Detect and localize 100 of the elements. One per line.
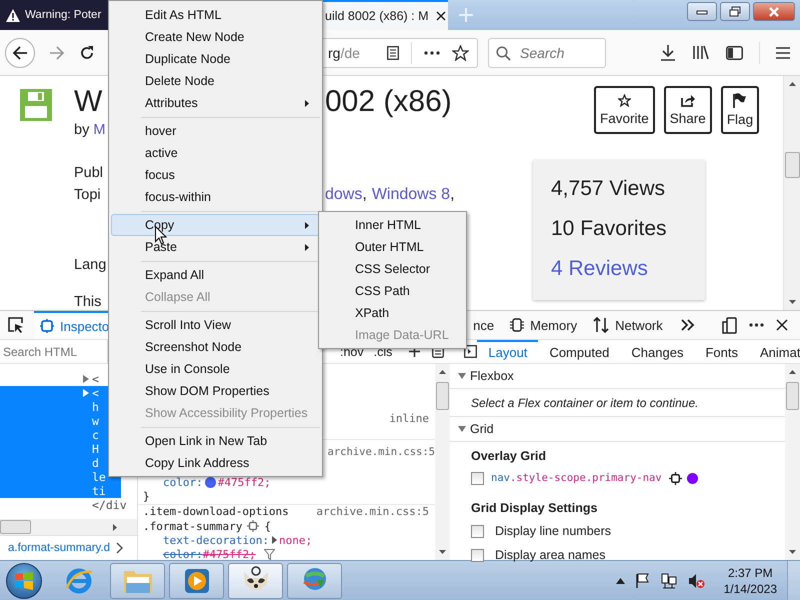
page-scrollbar[interactable] xyxy=(783,76,800,310)
markup-text[interactable]: h xyxy=(92,400,99,414)
filter-icon[interactable] xyxy=(264,548,275,560)
devtools-tab[interactable]: Network xyxy=(585,311,671,339)
markup-text[interactable]: ti xyxy=(92,484,106,498)
menu-item[interactable]: Inner HTML xyxy=(321,214,464,236)
section-header[interactable]: Flexbox xyxy=(450,364,785,389)
sidebar-tab[interactable]: Fonts xyxy=(694,340,749,363)
menu-icon[interactable] xyxy=(776,46,790,58)
menu-item[interactable]: Copy Link Address xyxy=(111,452,320,474)
minimize-button[interactable] xyxy=(687,2,717,21)
close-tab-icon[interactable] xyxy=(436,11,446,21)
menu-item[interactable]: Attributes xyxy=(111,92,320,114)
section-header[interactable]: Grid xyxy=(450,417,785,442)
breadcrumb-item[interactable]: a.format-summary.d xyxy=(8,542,110,554)
rules-scrollbar[interactable] xyxy=(435,364,450,560)
search-field[interactable]: Search xyxy=(488,38,606,68)
crosshair-icon[interactable] xyxy=(668,472,682,484)
flag-button[interactable]: Flag xyxy=(720,86,760,134)
sidebar-icon[interactable] xyxy=(726,46,743,60)
network-icon[interactable] xyxy=(660,572,677,588)
menu-item[interactable]: CSS Selector xyxy=(321,258,464,280)
markup-text[interactable]: le xyxy=(92,470,106,484)
menu-item[interactable]: Use in Console xyxy=(111,358,320,380)
browser-tab[interactable]: Warning: Poter xyxy=(0,0,108,30)
menu-item[interactable]: Edit As HTML xyxy=(111,4,320,26)
menu-item[interactable]: Delete Node xyxy=(111,70,320,92)
share-button[interactable]: Share xyxy=(664,86,712,134)
scroll-thumb[interactable] xyxy=(436,382,449,410)
forward-icon[interactable] xyxy=(49,46,65,60)
more-actions-icon[interactable] xyxy=(424,50,440,54)
grid-element-name[interactable]: nav.style-scope.primary-nav xyxy=(491,472,662,484)
double-chevron-icon[interactable] xyxy=(680,319,695,331)
markup-text[interactable]: < xyxy=(92,372,99,386)
chevron-right-icon[interactable] xyxy=(116,542,124,554)
layout-scrollbar[interactable] xyxy=(785,364,800,560)
bookmark-star-icon[interactable] xyxy=(452,44,469,60)
close-window-button[interactable] xyxy=(753,2,795,21)
library-icon[interactable] xyxy=(692,45,710,60)
scroll-thumb[interactable] xyxy=(784,152,800,178)
scroll-thumb[interactable] xyxy=(786,382,799,410)
more-options-icon[interactable] xyxy=(749,323,764,327)
devtools-tab[interactable]: nce xyxy=(465,311,502,339)
clock[interactable]: 2:37 PM 1/14/2023 xyxy=(724,564,777,596)
scroll-up-icon[interactable] xyxy=(789,370,796,374)
browser-tab[interactable]: uild 8002 (x86) : M xyxy=(323,0,448,30)
devtools-tab[interactable]: Memory xyxy=(502,311,586,339)
markup-text[interactable]: d xyxy=(92,456,99,470)
sidebar-tab[interactable]: Changes xyxy=(620,340,694,363)
menu-item[interactable]: active xyxy=(111,142,320,164)
show-hidden-icons-icon[interactable] xyxy=(616,578,625,584)
responsive-mode-icon[interactable] xyxy=(722,316,737,334)
checkbox-label[interactable]: Display line numbers xyxy=(495,524,612,538)
rule-source-link[interactable]: archive.min.css:5 xyxy=(328,446,435,462)
checkbox[interactable] xyxy=(471,472,484,484)
horizontal-scrollbar[interactable] xyxy=(0,519,137,535)
checkbox[interactable] xyxy=(471,524,484,538)
start-button[interactable] xyxy=(6,562,42,598)
expand-triangle-icon[interactable] xyxy=(272,536,277,544)
sidebar-tab[interactable]: Animat xyxy=(748,340,800,363)
menu-item[interactable]: XPath xyxy=(321,302,464,324)
reviews-link[interactable]: 4 Reviews xyxy=(551,249,705,289)
menu-item[interactable]: Open Link in New Tab xyxy=(111,430,320,452)
reload-icon[interactable] xyxy=(79,44,95,60)
restore-button[interactable] xyxy=(720,2,750,21)
markup-text[interactable]: < xyxy=(92,386,99,400)
pseudo-class-toggle[interactable]: :hov xyxy=(335,344,369,358)
scroll-up-icon[interactable] xyxy=(439,370,446,374)
sidebar-tab[interactable]: Computed xyxy=(538,340,620,363)
color-swatch[interactable] xyxy=(204,477,216,488)
favorite-button[interactable]: Favorite xyxy=(594,86,655,134)
menu-item[interactable]: focus-within xyxy=(111,186,320,208)
speaker-muted-icon[interactable] xyxy=(688,572,705,588)
flag-icon[interactable] xyxy=(636,573,650,588)
scroll-right-icon[interactable] xyxy=(113,524,117,530)
topic-link[interactable]: dows xyxy=(325,184,362,206)
topic-link[interactable]: Windows 8 xyxy=(372,184,450,206)
menu-item[interactable]: focus xyxy=(111,164,320,186)
download-icon[interactable] xyxy=(660,44,676,61)
element-picker-icon[interactable] xyxy=(8,317,24,333)
rule-source-link[interactable]: archive.min.css:5 xyxy=(316,505,429,519)
menu-item[interactable]: Expand All xyxy=(111,264,320,286)
author-link[interactable]: M xyxy=(93,122,106,138)
sidebar-tab[interactable]: Layout xyxy=(477,340,538,363)
markup-text[interactable]: c xyxy=(92,428,99,442)
scroll-down-icon[interactable] xyxy=(788,300,796,304)
menu-item[interactable]: CSS Path xyxy=(321,280,464,302)
menu-item[interactable]: Paste xyxy=(111,236,320,258)
menu-item[interactable]: hover xyxy=(111,120,320,142)
checkbox[interactable] xyxy=(471,548,484,562)
grid-color-dot[interactable] xyxy=(686,472,698,484)
markup-text[interactable]: H xyxy=(92,442,99,456)
back-button[interactable] xyxy=(5,38,35,68)
markup-text[interactable]: w xyxy=(92,414,99,428)
sidebar-toggle-icon[interactable] xyxy=(464,345,478,358)
scroll-down-icon[interactable] xyxy=(789,550,796,554)
menu-item[interactable]: Copy xyxy=(111,214,320,236)
scroll-down-icon[interactable] xyxy=(439,550,446,554)
close-icon[interactable] xyxy=(776,319,788,331)
checkbox-label[interactable]: Display area names xyxy=(495,548,606,562)
